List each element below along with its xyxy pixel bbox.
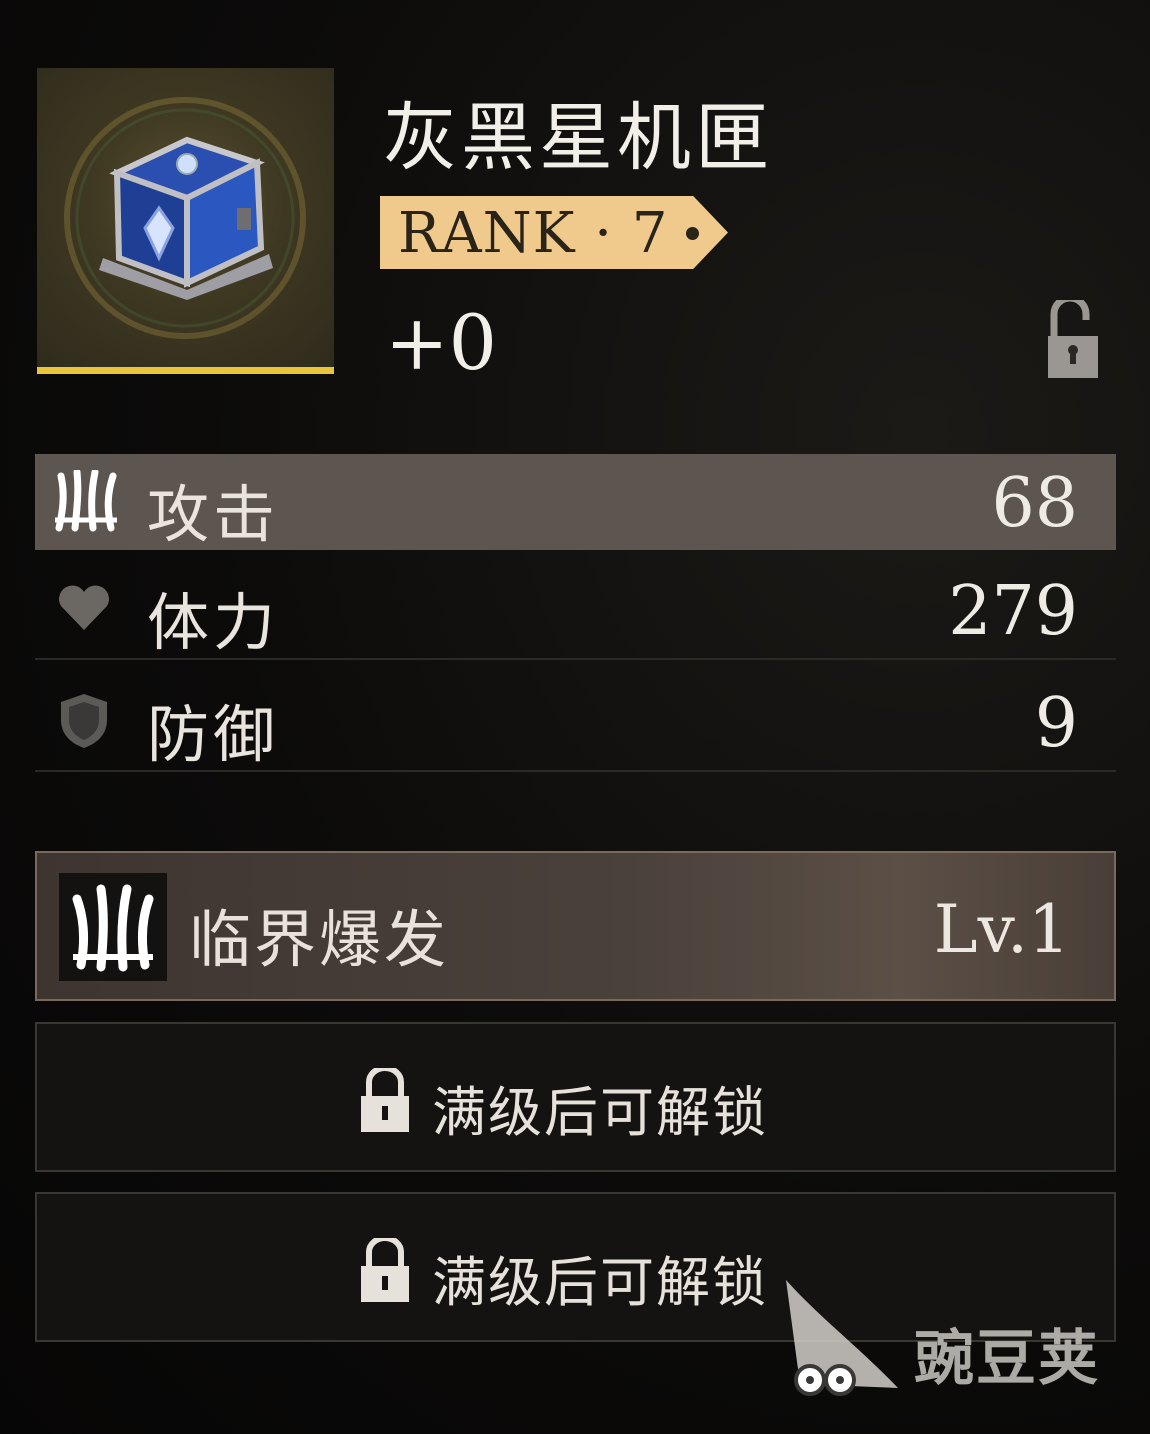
heart-icon <box>57 584 111 636</box>
stat-value: 68 <box>991 464 1078 543</box>
claw-skill-icon <box>59 873 167 981</box>
stat-row-stamina: 体力 279 <box>35 562 1116 660</box>
padlock-icon <box>1048 294 1098 378</box>
stat-row-defense: 防御 9 <box>35 674 1116 772</box>
stat-label: 体力 <box>147 586 280 659</box>
stat-value: 279 <box>948 572 1078 651</box>
watermark-text: 豌豆荚 <box>914 1324 1100 1394</box>
padlock-icon <box>359 1065 411 1138</box>
stat-label: 防御 <box>147 698 280 771</box>
locked-skill-slot[interactable]: 满级后可解锁 <box>35 1022 1116 1172</box>
item-name: 灰黑星机匣 <box>383 95 773 181</box>
unlock-hint: 满级后可解锁 <box>432 1251 768 1314</box>
unlock-hint: 满级后可解锁 <box>432 1081 768 1144</box>
item-detail-panel: 灰黑星机匣 RANK · 7 +0 攻击 68 体力 279 防御 9 临界爆发… <box>0 0 1150 1434</box>
rank-badge-dot <box>686 227 699 240</box>
enhance-level: +0 <box>385 298 498 387</box>
claw-attack-icon <box>53 468 119 536</box>
treasure-chest-icon <box>64 97 306 339</box>
shield-icon <box>57 692 111 754</box>
skill-entry[interactable]: 临界爆发 Lv.1 <box>35 851 1116 1001</box>
skill-name: 临界爆发 <box>189 903 450 976</box>
padlock-icon <box>359 1235 411 1308</box>
stat-label: 攻击 <box>147 478 280 551</box>
stat-value: 9 <box>1034 684 1078 763</box>
item-image <box>37 68 334 374</box>
lock-toggle-button[interactable] <box>1044 294 1102 386</box>
stat-row-attack: 攻击 68 <box>35 454 1116 551</box>
rank-label: RANK · 7 <box>398 201 669 266</box>
skill-level: Lv.1 <box>933 891 1070 968</box>
